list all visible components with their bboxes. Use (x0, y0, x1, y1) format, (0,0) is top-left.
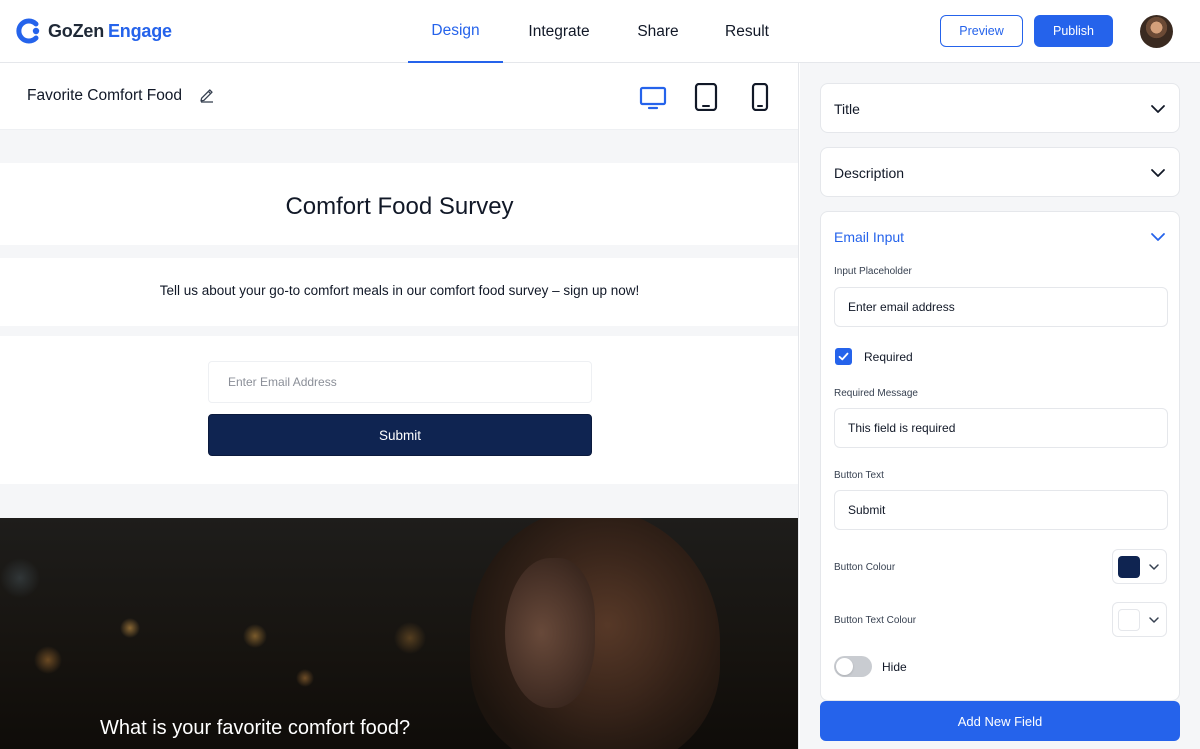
survey-description: Tell us about your go-to comfort meals i… (159, 283, 640, 298)
required-label: Required (864, 350, 913, 364)
avatar[interactable] (1140, 15, 1173, 48)
button-text-label: Button Text (834, 470, 884, 481)
email-input-section-label[interactable]: Email Input (834, 229, 904, 245)
title-section-label: Title (834, 101, 860, 117)
check-icon (838, 352, 849, 361)
input-placeholder-label: Input Placeholder (834, 266, 912, 277)
gozen-logo-icon (16, 18, 42, 44)
desktop-icon[interactable] (639, 83, 667, 111)
edit-pencil-icon[interactable] (199, 87, 215, 103)
required-checkbox[interactable] (835, 348, 852, 365)
tab-integrate[interactable]: Integrate (503, 0, 615, 63)
image-face-shape (505, 558, 595, 708)
tab-design[interactable]: Design (408, 0, 503, 63)
logo[interactable]: GoZen Engage (16, 18, 172, 44)
email-input[interactable]: Enter Email Address (208, 361, 592, 403)
chevron-down-icon (1147, 560, 1161, 574)
hide-toggle[interactable] (834, 656, 872, 677)
chevron-down-icon[interactable] (1150, 101, 1166, 117)
description-section[interactable]: Description (820, 147, 1180, 197)
form-name: Favorite Comfort Food (27, 87, 183, 104)
required-message-label: Required Message (834, 388, 918, 399)
question-background-image: What is your favorite comfort food? (0, 518, 798, 749)
brand-name-part2: Engage (108, 20, 172, 41)
survey-title: Comfort Food Survey (285, 193, 514, 220)
email-form-block: Enter Email Address Submit (0, 336, 798, 484)
brand-name: GoZen Engage (48, 21, 172, 42)
button-colour-picker[interactable] (1112, 549, 1167, 584)
form-canvas: Favorite Comfort Food Comfort Food Surve… (0, 63, 799, 749)
brand-name-part1: GoZen (48, 20, 104, 41)
settings-panel: Title Description Email Input Input Plac… (800, 63, 1200, 749)
publish-button[interactable]: Publish (1034, 15, 1113, 47)
tablet-icon[interactable] (692, 82, 720, 112)
survey-title-block[interactable]: Comfort Food Survey (0, 163, 798, 245)
button-text-colour-swatch (1118, 609, 1140, 631)
survey-description-block[interactable]: Tell us about your go-to comfort meals i… (0, 258, 798, 326)
button-colour-label: Button Colour (834, 562, 896, 573)
submit-button[interactable]: Submit (208, 414, 592, 456)
next-question-text: What is your favorite comfort food? (100, 717, 411, 739)
tab-share[interactable]: Share (615, 0, 701, 63)
chevron-down-icon[interactable] (1150, 229, 1166, 245)
description-section-label: Description (834, 165, 905, 181)
tab-result[interactable]: Result (701, 0, 793, 63)
add-new-field-button[interactable]: Add New Field (820, 701, 1180, 741)
toggle-knob (836, 658, 853, 675)
button-colour-swatch (1118, 556, 1140, 578)
button-text-colour-picker[interactable] (1112, 602, 1167, 637)
title-section[interactable]: Title (820, 83, 1180, 133)
top-bar: GoZen Engage Design Integrate Share Resul… (0, 0, 1200, 63)
button-text-colour-label: Button Text Colour (834, 615, 917, 626)
form-header: Favorite Comfort Food (0, 63, 798, 130)
chevron-down-icon (1147, 613, 1161, 627)
input-placeholder-field[interactable]: Enter email address (834, 287, 1168, 327)
preview-button[interactable]: Preview (940, 15, 1023, 47)
main-tabs: Design Integrate Share Result (408, 0, 793, 63)
hide-label: Hide (882, 660, 907, 674)
email-input-section: Email Input Input Placeholder Enter emai… (820, 211, 1180, 701)
button-text-field[interactable]: Submit (834, 490, 1168, 530)
mobile-icon[interactable] (746, 82, 774, 112)
chevron-down-icon[interactable] (1150, 165, 1166, 181)
required-message-field[interactable]: This field is required (834, 408, 1168, 448)
